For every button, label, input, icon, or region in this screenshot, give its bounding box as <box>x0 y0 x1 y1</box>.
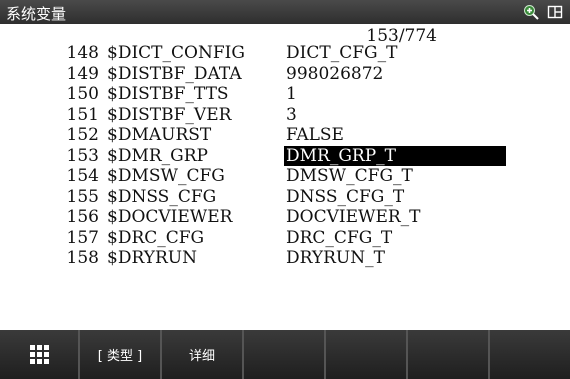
variable-name: $DRC_CFG <box>107 227 205 248</box>
softkey-7[interactable] <box>490 330 570 379</box>
variable-name: $DISTBF_VER <box>107 104 232 125</box>
variable-name: $DICT_CONFIG <box>107 43 245 63</box>
variable-value[interactable]: FALSE <box>284 125 346 145</box>
softkey-4[interactable] <box>244 330 326 379</box>
row-index: 150 <box>66 84 99 104</box>
variable-value[interactable]: DMR_GRP_T <box>284 145 506 166</box>
variable-value[interactable]: 998026872 <box>284 64 385 84</box>
variable-row[interactable]: 148 $DICT_CONFIG DICT_CFG_T <box>0 43 570 64</box>
type-softkey[interactable]: [ 类型 ] <box>80 330 162 379</box>
variable-value[interactable]: DRYRUN_T <box>284 248 387 268</box>
variable-row[interactable]: 157 $DRC_CFG DRC_CFG_T <box>0 228 570 249</box>
row-index: 151 <box>66 104 99 125</box>
detail-softkey[interactable]: 详细 <box>162 330 244 379</box>
variable-list: 148 $DICT_CONFIG DICT_CFG_T 149 $DISTBF_DATA… <box>0 43 570 269</box>
zoom-plus-icon[interactable] <box>522 3 540 21</box>
variable-value[interactable]: DMSW_CFG_T <box>284 166 415 186</box>
variable-name: $DMAURST <box>107 125 212 145</box>
variable-name: $DISTBF_DATA <box>107 63 242 84</box>
grid-menu-icon <box>29 345 49 364</box>
row-index: 157 <box>66 227 99 248</box>
split-window-icon[interactable] <box>546 3 564 21</box>
variable-name: $DISTBF_TTS <box>107 84 229 104</box>
row-index: 153 <box>66 145 99 166</box>
row-index: 158 <box>66 248 99 268</box>
menu-softkey[interactable] <box>0 330 80 379</box>
variable-name: $DOCVIEWER <box>107 207 233 227</box>
softkey-6[interactable] <box>408 330 490 379</box>
window-title: 系统变量 <box>6 5 67 23</box>
variable-name: $DMR_GRP <box>107 145 208 166</box>
variable-value[interactable]: DRC_CFG_T <box>284 228 394 248</box>
title-bar: 系统变量 <box>0 0 570 24</box>
variable-row[interactable]: 152 $DMAURST FALSE <box>0 125 570 146</box>
variable-row[interactable]: 154 $DMSW_CFG DMSW_CFG_T <box>0 166 570 187</box>
variable-name: $DRYRUN <box>107 248 197 268</box>
variable-row[interactable]: 156 $DOCVIEWER DOCVIEWER_T <box>0 207 570 228</box>
row-index: 156 <box>66 207 99 227</box>
variable-name: $DNSS_CFG <box>107 186 217 207</box>
variable-row[interactable]: 149 $DISTBF_DATA 998026872 <box>0 64 570 85</box>
row-index: 155 <box>66 186 99 207</box>
variable-value[interactable]: DICT_CFG_T <box>284 43 399 63</box>
row-index: 149 <box>66 63 99 84</box>
variable-row[interactable]: 153 $DMR_GRP DMR_GRP_T <box>0 145 570 167</box>
variable-row[interactable]: 151 $DISTBF_VER 3 <box>0 105 570 126</box>
variable-value[interactable]: 3 <box>284 105 299 125</box>
variable-value[interactable]: 1 <box>284 84 299 104</box>
softkey-bar: [ 类型 ] 详细 <box>0 330 570 379</box>
variable-row[interactable]: 150 $DISTBF_TTS 1 <box>0 84 570 105</box>
variable-row[interactable]: 155 $DNSS_CFG DNSS_CFG_T <box>0 187 570 208</box>
variable-value[interactable]: DOCVIEWER_T <box>284 207 423 227</box>
variable-row[interactable]: 158 $DRYRUN DRYRUN_T <box>0 248 570 269</box>
row-index: 154 <box>66 166 99 186</box>
title-bar-icons <box>522 3 564 21</box>
variable-name: $DMSW_CFG <box>107 166 225 186</box>
row-index: 152 <box>66 125 99 145</box>
row-index: 148 <box>66 43 99 63</box>
system-variables-panel: 153/774 148 $DICT_CONFIG DICT_CFG_T 149 $DIS… <box>0 24 570 330</box>
variable-value[interactable]: DNSS_CFG_T <box>284 187 406 207</box>
softkey-5[interactable] <box>326 330 408 379</box>
